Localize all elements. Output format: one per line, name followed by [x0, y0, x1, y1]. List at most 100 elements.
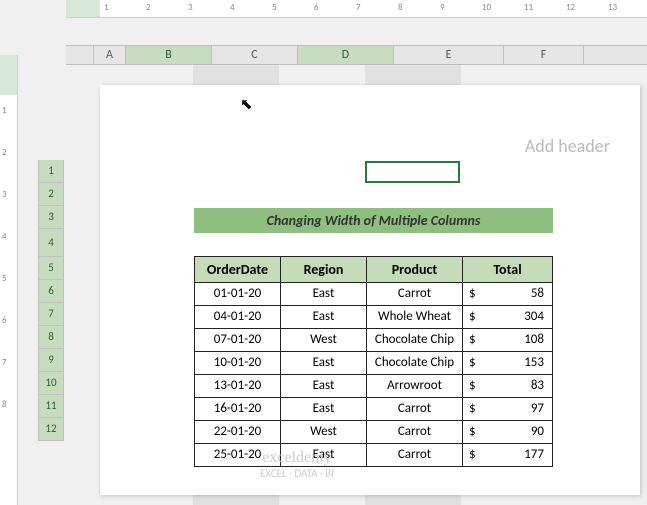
column-header-c[interactable]: C — [212, 46, 298, 64]
column-header-f[interactable]: F — [504, 46, 584, 64]
row-header-2[interactable]: 2 — [39, 183, 63, 206]
row-header-7[interactable]: 7 — [39, 303, 63, 326]
header-orderdate[interactable]: OrderDate — [195, 256, 281, 282]
ruler-v-tick: 2 — [2, 147, 7, 158]
cell-date[interactable]: 22-01-20 — [195, 420, 281, 443]
cell-currency[interactable]: $ — [463, 282, 481, 305]
ruler-v-tick: 5 — [2, 273, 7, 284]
row-header-1[interactable]: 1 — [39, 160, 63, 183]
select-all-corner[interactable] — [66, 46, 94, 64]
ruler-h-tick: 6 — [314, 2, 319, 13]
table-row[interactable]: 07-01-20 West Chocolate Chip $ 108 — [195, 328, 553, 351]
cell-region[interactable]: West — [281, 420, 367, 443]
table-row[interactable]: 22-01-20 West Carrot $ 90 — [195, 420, 553, 443]
header-region[interactable]: Region — [281, 256, 367, 282]
cell-amount[interactable]: 90 — [481, 420, 553, 443]
column-header-b[interactable]: B — [126, 46, 212, 64]
ruler-v-tick: 3 — [2, 189, 7, 200]
worksheet-table[interactable]: Changing Width of Multiple Columns Order… — [194, 184, 553, 467]
ruler-v-tick: 4 — [2, 231, 7, 242]
cell-region[interactable]: East — [281, 443, 367, 466]
cell-amount[interactable]: 177 — [481, 443, 553, 466]
cell-product[interactable]: Chocolate Chip — [367, 351, 463, 374]
ruler-h-tick: 9 — [440, 2, 445, 13]
page-surface: Add header Changing Width of Multiple Co… — [100, 85, 640, 495]
cell-currency[interactable]: $ — [463, 305, 481, 328]
ruler-h-tick: 4 — [230, 2, 235, 13]
row-header-11[interactable]: 11 — [39, 395, 63, 418]
cell-product[interactable]: Whole Wheat — [367, 305, 463, 328]
row-header-9[interactable]: 9 — [39, 349, 63, 372]
ruler-h-tick: 3 — [188, 2, 193, 13]
column-header-a[interactable]: A — [94, 46, 126, 64]
cell-currency[interactable]: $ — [463, 443, 481, 466]
cell-region[interactable]: East — [281, 397, 367, 420]
column-headers: A B C D E F — [66, 45, 647, 65]
vertical-ruler[interactable]: 1 2 3 4 5 6 7 8 — [0, 55, 18, 505]
cell-date[interactable]: 25-01-20 — [195, 443, 281, 466]
cell-amount[interactable]: 83 — [481, 374, 553, 397]
cell-date[interactable]: 04-01-20 — [195, 305, 281, 328]
row-header-5[interactable]: 5 — [39, 257, 63, 280]
column-header-e[interactable]: E — [394, 46, 504, 64]
row-header-8[interactable]: 8 — [39, 326, 63, 349]
ruler-v-tick: 6 — [2, 315, 7, 326]
ruler-h-tick: 12 — [566, 2, 575, 13]
table-row[interactable]: 16-01-20 East Carrot $ 97 — [195, 397, 553, 420]
ruler-h-tick: 7 — [356, 2, 361, 13]
header-placeholder[interactable]: Add header — [100, 135, 610, 157]
horizontal-ruler[interactable]: 1 2 3 4 5 6 7 8 9 10 11 12 13 — [66, 0, 647, 18]
table-row[interactable]: 25-01-20 East Carrot $ 177 — [195, 443, 553, 466]
ruler-v-tick: 7 — [2, 357, 7, 368]
cell-currency[interactable]: $ — [463, 420, 481, 443]
table-row[interactable]: 13-01-20 East Arrowroot $ 83 — [195, 374, 553, 397]
header-total[interactable]: Total — [463, 256, 553, 282]
cell-region[interactable]: East — [281, 305, 367, 328]
column-header-d[interactable]: D — [298, 46, 394, 64]
cell-amount[interactable]: 58 — [481, 282, 553, 305]
ruler-h-tick: 8 — [398, 2, 403, 13]
row-header-6[interactable]: 6 — [39, 280, 63, 303]
cell-currency[interactable]: $ — [463, 397, 481, 420]
cell-product[interactable]: Chocolate Chip — [367, 328, 463, 351]
cell-product[interactable]: Carrot — [367, 397, 463, 420]
cell-currency[interactable]: $ — [463, 351, 481, 374]
cell-region[interactable]: East — [281, 351, 367, 374]
table-title[interactable]: Changing Width of Multiple Columns — [195, 208, 553, 232]
cell-amount[interactable]: 97 — [481, 397, 553, 420]
row-header-10[interactable]: 10 — [39, 372, 63, 395]
cell-product[interactable]: Carrot — [367, 420, 463, 443]
ruler-v-tick: 8 — [2, 399, 7, 410]
ruler-v-tick: 1 — [2, 105, 7, 116]
row-header-4[interactable]: 4 — [39, 229, 63, 257]
table-row[interactable]: 04-01-20 East Whole Wheat $ 304 — [195, 305, 553, 328]
cell-product[interactable]: Carrot — [367, 443, 463, 466]
cell-date[interactable]: 10-01-20 — [195, 351, 281, 374]
cell-region[interactable]: East — [281, 282, 367, 305]
ruler-h-tick: 10 — [482, 2, 491, 13]
cell-amount[interactable]: 108 — [481, 328, 553, 351]
cell-currency[interactable]: $ — [463, 374, 481, 397]
row-header-12[interactable]: 12 — [39, 418, 63, 441]
cell-date[interactable]: 01-01-20 — [195, 282, 281, 305]
cell-amount[interactable]: 304 — [481, 305, 553, 328]
cell-date[interactable]: 16-01-20 — [195, 397, 281, 420]
cell-amount[interactable]: 153 — [481, 351, 553, 374]
cell-region[interactable]: West — [281, 328, 367, 351]
table-row[interactable]: 10-01-20 East Chocolate Chip $ 153 — [195, 351, 553, 374]
cell-date[interactable]: 13-01-20 — [195, 374, 281, 397]
cell-product[interactable]: Carrot — [367, 282, 463, 305]
cell-product[interactable]: Arrowroot — [367, 374, 463, 397]
cell-region[interactable]: East — [281, 374, 367, 397]
cell-currency[interactable]: $ — [463, 328, 481, 351]
ruler-h-tick: 2 — [146, 2, 151, 13]
table-row[interactable]: 01-01-20 East Carrot $ 58 — [195, 282, 553, 305]
row-headers: 1 2 3 4 5 6 7 8 9 10 11 12 — [38, 160, 64, 441]
ruler-h-tick: 11 — [524, 2, 533, 13]
ruler-h-tick: 13 — [608, 2, 617, 13]
cell-date[interactable]: 07-01-20 — [195, 328, 281, 351]
row-header-3[interactable]: 3 — [39, 206, 63, 229]
header-product[interactable]: Product — [367, 256, 463, 282]
ruler-h-tick: 1 — [104, 2, 109, 13]
ruler-h-tick: 5 — [272, 2, 277, 13]
